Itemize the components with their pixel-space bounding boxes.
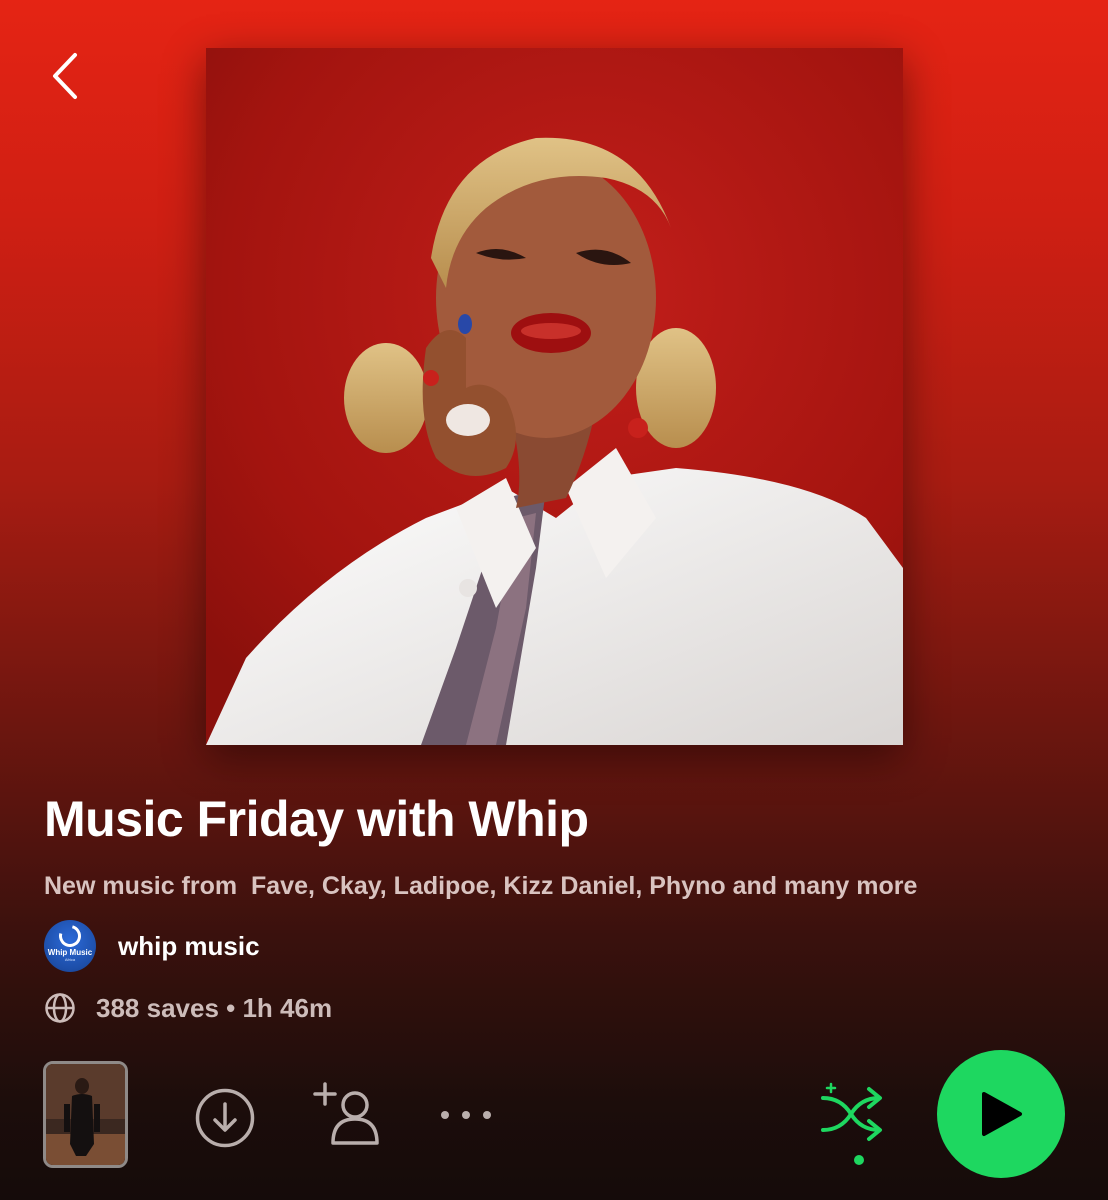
saves-duration-text: 388 saves • 1h 46m <box>96 992 333 1023</box>
shuffle-icon <box>821 1082 882 1165</box>
more-icon <box>441 1111 491 1119</box>
avatar-logo-subtext: Africa <box>64 956 76 962</box>
playlist-title: Music Friday with Whip <box>44 791 589 847</box>
add-collaborator-button[interactable] <box>312 1078 386 1152</box>
download-icon <box>195 1088 255 1148</box>
playlist-cover-image <box>206 48 903 745</box>
globe-icon <box>45 993 75 1023</box>
play-button[interactable] <box>937 1050 1065 1178</box>
moon-logo-icon <box>54 920 86 951</box>
add-user-icon <box>313 1082 379 1145</box>
playlist-owner[interactable]: Whip Music Africa whip music <box>44 920 260 972</box>
play-icon <box>982 1092 1022 1136</box>
owner-avatar: Whip Music Africa <box>44 920 96 972</box>
playlist-meta: 388 saves • 1h 46m <box>44 990 332 1026</box>
playlist-description: New music from Fave, Ckay, Ladipoe, Kizz… <box>44 872 918 900</box>
shuffle-button[interactable] <box>810 1078 894 1168</box>
action-bar <box>0 1050 1108 1180</box>
avatar-logo-text: Whip Music <box>47 947 93 957</box>
owner-name[interactable]: whip music <box>118 931 260 962</box>
chevron-left-icon <box>53 53 77 99</box>
download-button[interactable] <box>190 1083 260 1153</box>
more-options-button[interactable] <box>432 1090 500 1140</box>
back-button[interactable] <box>36 48 92 104</box>
preview-thumbnail[interactable] <box>43 1061 128 1168</box>
